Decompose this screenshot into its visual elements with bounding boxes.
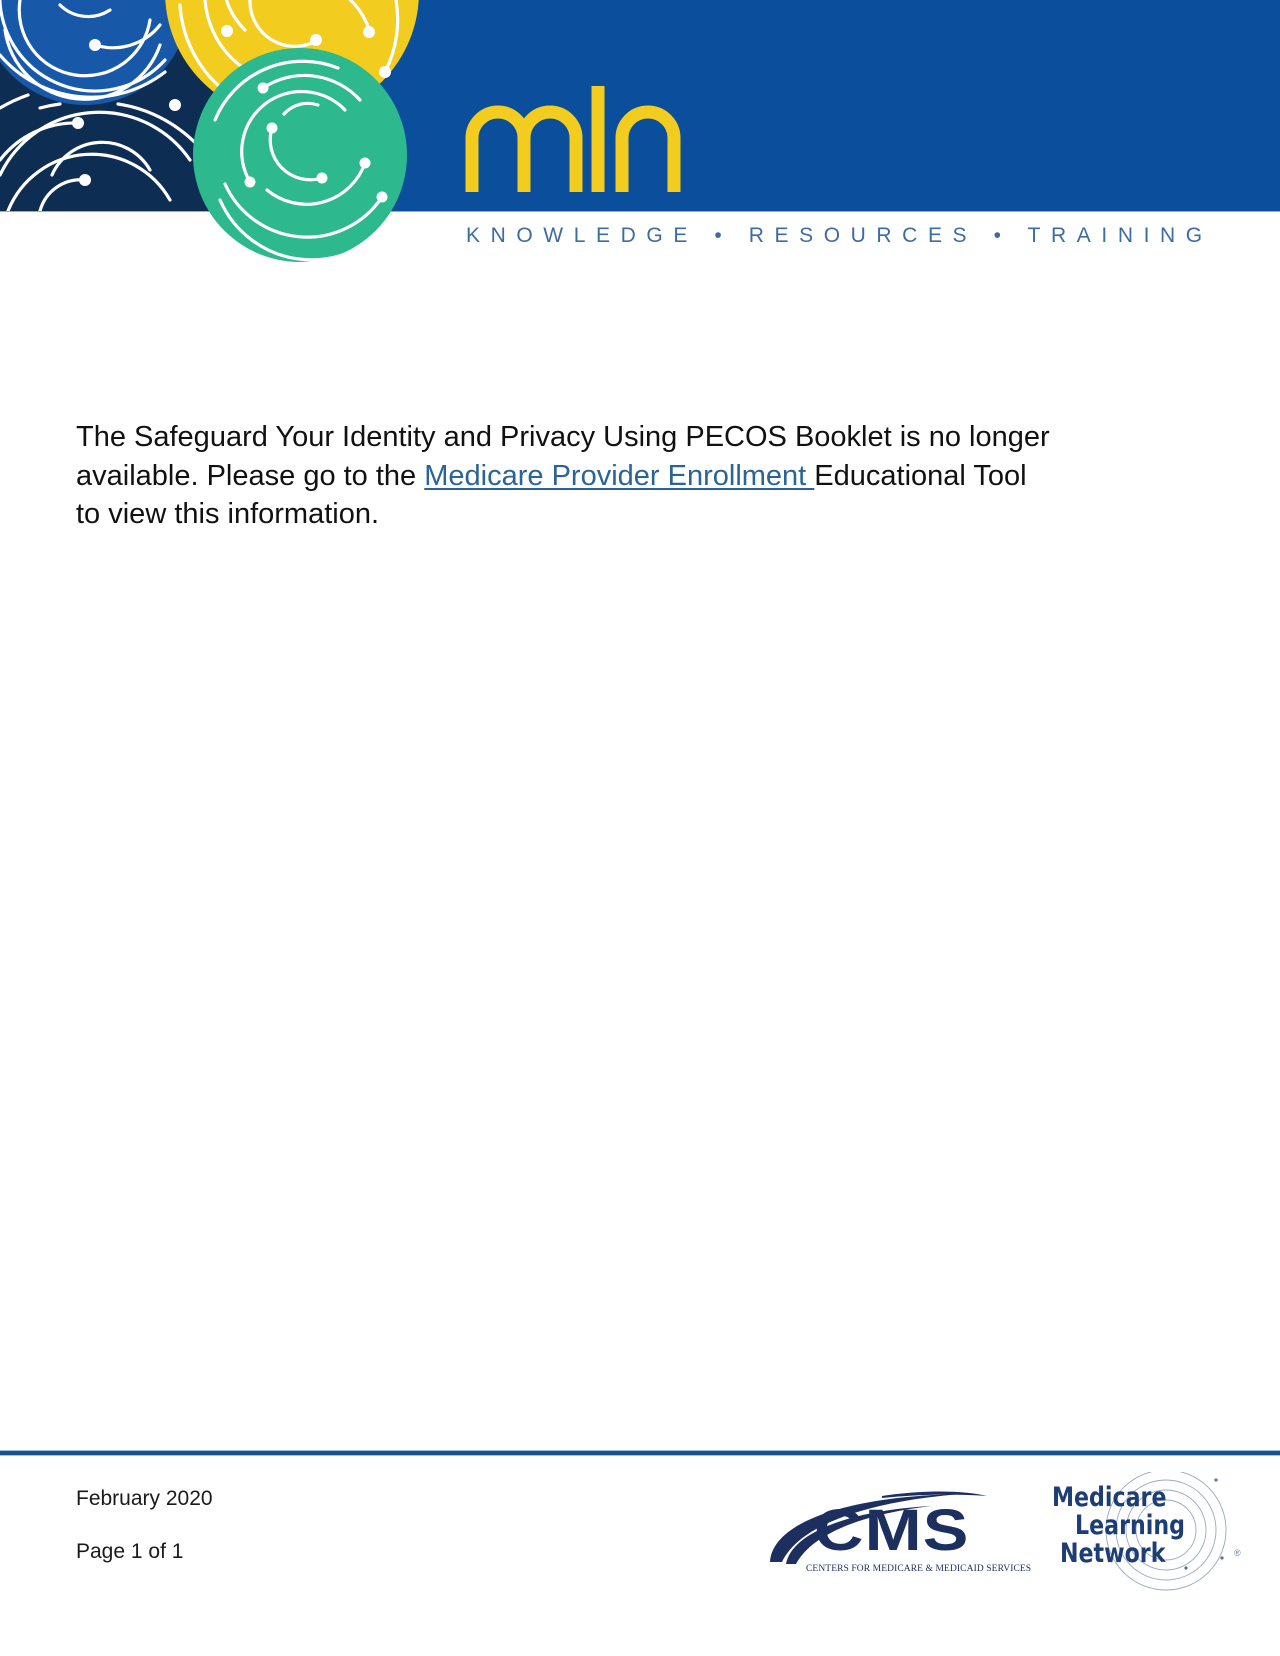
mln-logo-line-1: Medicare	[1052, 1482, 1167, 1513]
message-line-3: to view this information.	[76, 498, 380, 530]
mln-logo-line-2: Learning	[1075, 1510, 1185, 1541]
mln-logo-line-3: Network	[1060, 1538, 1166, 1569]
medicare-learning-network-logo: Medicare Learning Network ®	[1046, 1472, 1280, 1592]
medicare-provider-enrollment-link[interactable]: Medicare Provider Enrollment	[424, 460, 814, 492]
page-number: Page 1 of 1	[76, 1540, 184, 1563]
mln-wordmark-logo: mln	[462, 86, 681, 192]
mln-circles-artwork	[0, 0, 419, 262]
cms-logo: CMS CENTERS FOR MEDICARE & MEDICAID SERV…	[762, 1484, 1031, 1584]
cms-logo-letters: CMS	[814, 1498, 970, 1563]
publication-date: February 2020	[76, 1487, 213, 1510]
tagline: KNOWLEDGE • RESOURCES • TRAINING	[466, 224, 1213, 247]
mln-wordmark-text: mln	[462, 86, 488, 90]
notice-message: The Safeguard Your Identity and Privacy …	[76, 418, 1236, 534]
green-circle	[193, 48, 407, 262]
registered-mark: ®	[1234, 1548, 1241, 1558]
message-line-2: available. Please go to the Medicare Pro…	[76, 457, 1236, 496]
cms-logo-subtitle: CENTERS FOR MEDICARE & MEDICAID SERVICES	[806, 1564, 1032, 1574]
message-text: available. Please go to the	[76, 459, 425, 492]
message-text: Educational Tool	[814, 459, 1027, 492]
footer-divider	[0, 1451, 1280, 1455]
message-line-1: The Safeguard Your Identity and Privacy …	[76, 421, 1050, 453]
